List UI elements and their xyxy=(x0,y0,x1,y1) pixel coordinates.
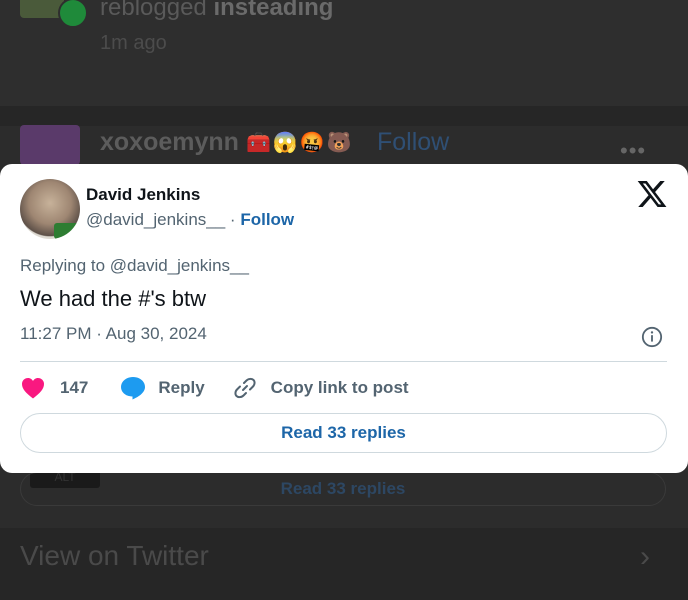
tweet-text: We had the #'s btw xyxy=(20,286,207,311)
more-options-icon[interactable]: ••• xyxy=(620,138,646,164)
read-replies-button[interactable]: Read 33 replies xyxy=(20,413,667,453)
link-icon xyxy=(234,377,256,399)
chevron-right-icon[interactable]: › xyxy=(640,540,650,574)
author-avatar[interactable] xyxy=(20,179,80,239)
follow-button[interactable]: Follow xyxy=(240,210,294,229)
heart-icon xyxy=(22,378,44,399)
reblog-time: 1m ago xyxy=(100,32,167,54)
reblog-line: reblogged insteading xyxy=(100,0,333,22)
reblog-user[interactable]: insteading xyxy=(213,0,333,21)
author-handle[interactable]: @david_jenkins__ xyxy=(86,210,225,229)
post-avatar[interactable] xyxy=(20,125,80,165)
background-read-replies[interactable]: Read 33 replies xyxy=(20,472,666,506)
like-action[interactable]: 147 xyxy=(20,377,120,399)
handle-separator: · xyxy=(229,210,236,229)
copy-link-action[interactable]: Copy link to post xyxy=(233,376,409,400)
tweet-actions: 147 Reply Copy link to post xyxy=(20,376,409,400)
tweet-embed-card: David Jenkins @david_jenkins__ · Follow … xyxy=(0,164,688,473)
tweet-timestamp[interactable]: 11:27 PM · Aug 30, 2024 xyxy=(20,324,207,344)
avatar-badge xyxy=(54,223,80,239)
reply-label: Reply xyxy=(158,378,205,397)
post-follow-button[interactable]: Follow xyxy=(377,128,449,157)
post-divider xyxy=(0,106,688,126)
author-name[interactable]: David Jenkins xyxy=(86,185,200,205)
reply-action[interactable]: Reply xyxy=(120,376,232,400)
copy-link-label: Copy link to post xyxy=(270,378,409,397)
author-handle-line: @david_jenkins__ · Follow xyxy=(86,210,294,230)
speech-bubble-icon xyxy=(121,377,146,400)
info-icon[interactable] xyxy=(641,326,663,348)
divider xyxy=(20,361,667,362)
reblog-text: reblogged xyxy=(100,0,207,21)
post-username-emojis: 🧰😱🤬🐻 xyxy=(246,132,354,154)
replying-to[interactable]: Replying to @david_jenkins__ xyxy=(20,256,249,276)
x-logo-icon[interactable] xyxy=(636,178,668,210)
like-count: 147 xyxy=(60,378,89,397)
view-on-twitter-label[interactable]: View on Twitter xyxy=(20,540,209,572)
post-username[interactable]: xoxoemynn xyxy=(100,128,239,157)
